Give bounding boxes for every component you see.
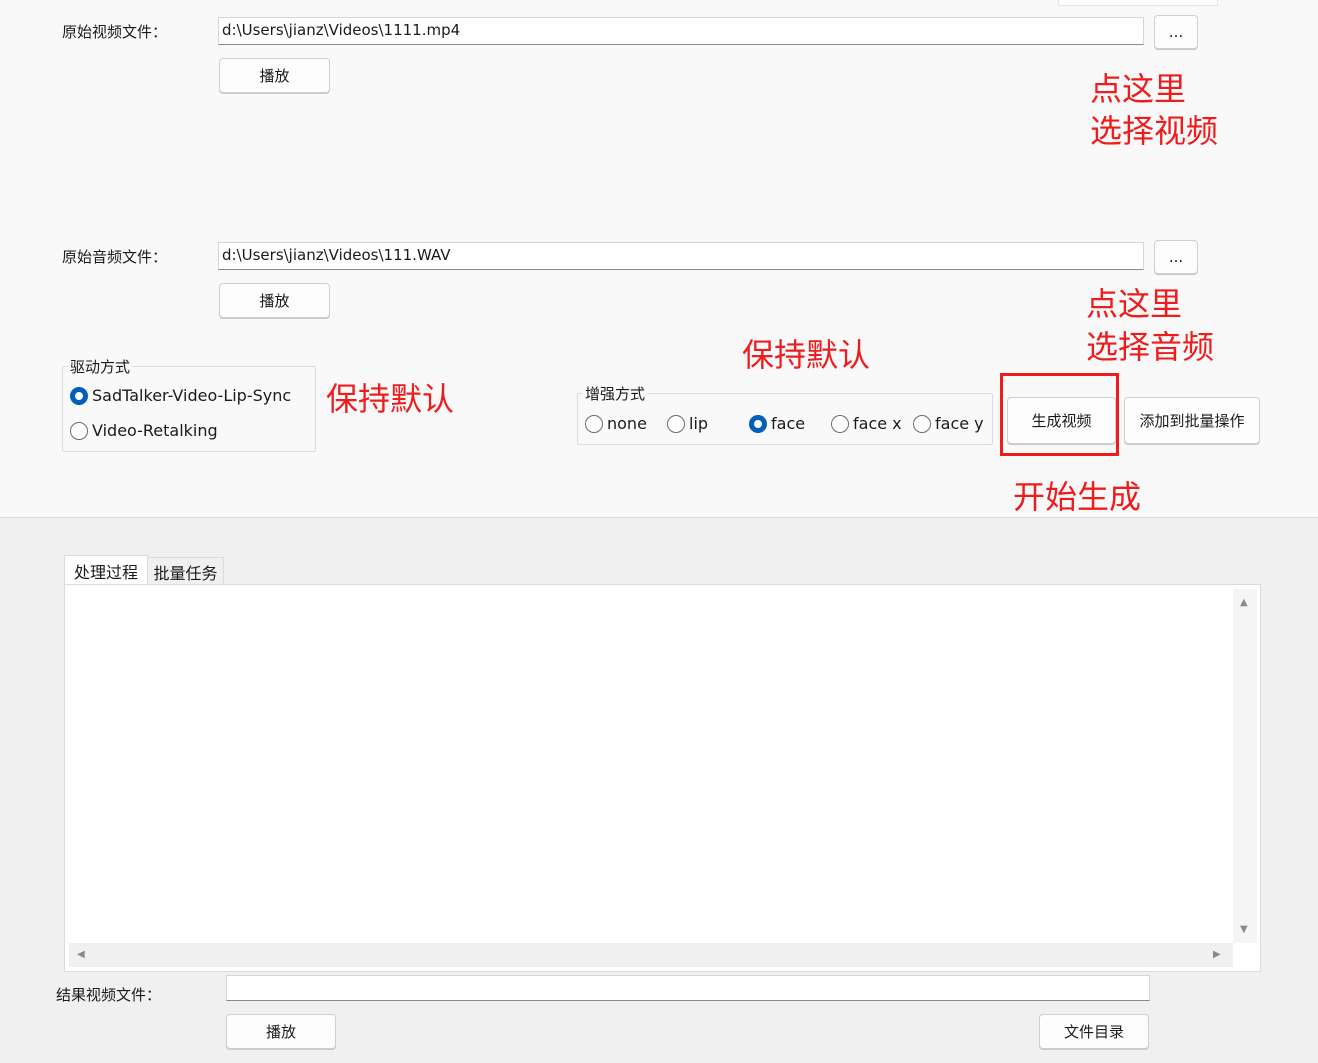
video-browse-button[interactable]: ... xyxy=(1154,15,1198,49)
radio-indicator xyxy=(749,414,767,433)
radio-video-retalking[interactable]: Video-Retalking xyxy=(70,421,218,440)
add-to-batch-button[interactable]: 添加到批量操作 xyxy=(1124,397,1260,444)
tab-processing[interactable]: 处理过程 xyxy=(64,555,148,585)
tab-batch-tasks[interactable]: 批量任务 xyxy=(148,557,224,585)
open-folder-button[interactable]: 文件目录 xyxy=(1039,1014,1149,1049)
horizontal-scrollbar[interactable]: ◀ ▶ xyxy=(69,943,1233,967)
radio-indicator xyxy=(831,414,849,433)
video-path-input[interactable]: d:\Users\jianz\Videos\1111.mp4 xyxy=(218,17,1144,45)
audio-browse-button[interactable]: ... xyxy=(1154,240,1198,274)
radio-enhance-face[interactable]: face xyxy=(749,414,805,433)
annotation-select-video-line2: 选择视频 xyxy=(1090,112,1219,150)
annotation-select-audio-line1: 点这里 xyxy=(1086,285,1183,323)
annotation-select-audio-line2: 选择音频 xyxy=(1086,328,1215,366)
scroll-right-arrow-icon[interactable]: ▶ xyxy=(1213,950,1221,960)
scroll-down-arrow-icon[interactable]: ▼ xyxy=(1240,925,1248,935)
result-play-button[interactable]: 播放 xyxy=(226,1014,336,1049)
radio-indicator xyxy=(70,421,88,440)
radio-enhance-face-y-label: face y xyxy=(935,414,984,433)
scroll-up-arrow-icon[interactable]: ▲ xyxy=(1240,598,1248,608)
radio-enhance-face-label: face xyxy=(771,414,806,433)
radio-video-retalking-label: Video-Retalking xyxy=(92,421,218,440)
radio-enhance-face-y[interactable]: face y xyxy=(913,414,984,433)
log-textarea[interactable] xyxy=(69,589,1233,943)
audio-path-input[interactable]: d:\Users\jianz\Videos\111.WAV xyxy=(218,242,1144,270)
result-file-label: 结果视频文件： xyxy=(56,986,162,1004)
radio-indicator xyxy=(667,414,685,433)
audio-play-button[interactable]: 播放 xyxy=(219,283,330,318)
annotation-select-video-line1: 点这里 xyxy=(1090,70,1187,108)
radio-sadtalker[interactable]: SadTalker-Video-Lip-Sync xyxy=(70,386,291,405)
annotation-keep-default-drive: 保持默认 xyxy=(326,380,455,418)
radio-indicator xyxy=(585,414,603,433)
radio-enhance-none[interactable]: none xyxy=(585,414,647,433)
enhance-mode-title: 增强方式 xyxy=(583,383,648,404)
radio-enhance-lip-label: lip xyxy=(689,414,709,433)
top-edge-strip xyxy=(1058,0,1218,6)
annotation-start-generate: 开始生成 xyxy=(1013,478,1142,516)
annotation-keep-default-enhance: 保持默认 xyxy=(742,336,871,374)
audio-file-label: 原始音频文件： xyxy=(62,248,168,266)
video-file-label: 原始视频文件： xyxy=(62,23,168,41)
radio-sadtalker-label: SadTalker-Video-Lip-Sync xyxy=(92,386,292,405)
scroll-left-arrow-icon[interactable]: ◀ xyxy=(77,950,85,960)
highlight-box xyxy=(1000,373,1119,456)
vertical-scrollbar[interactable]: ▲ ▼ xyxy=(1233,589,1257,943)
radio-indicator xyxy=(913,414,931,433)
radio-enhance-lip[interactable]: lip xyxy=(667,414,708,433)
drive-mode-title: 驱动方式 xyxy=(68,356,133,377)
radio-enhance-none-label: none xyxy=(607,414,647,433)
radio-enhance-face-x[interactable]: face x xyxy=(831,414,902,433)
radio-indicator xyxy=(70,386,88,405)
radio-enhance-face-x-label: face x xyxy=(853,414,902,433)
result-path-input[interactable] xyxy=(226,975,1150,1001)
video-play-button[interactable]: 播放 xyxy=(219,58,330,93)
